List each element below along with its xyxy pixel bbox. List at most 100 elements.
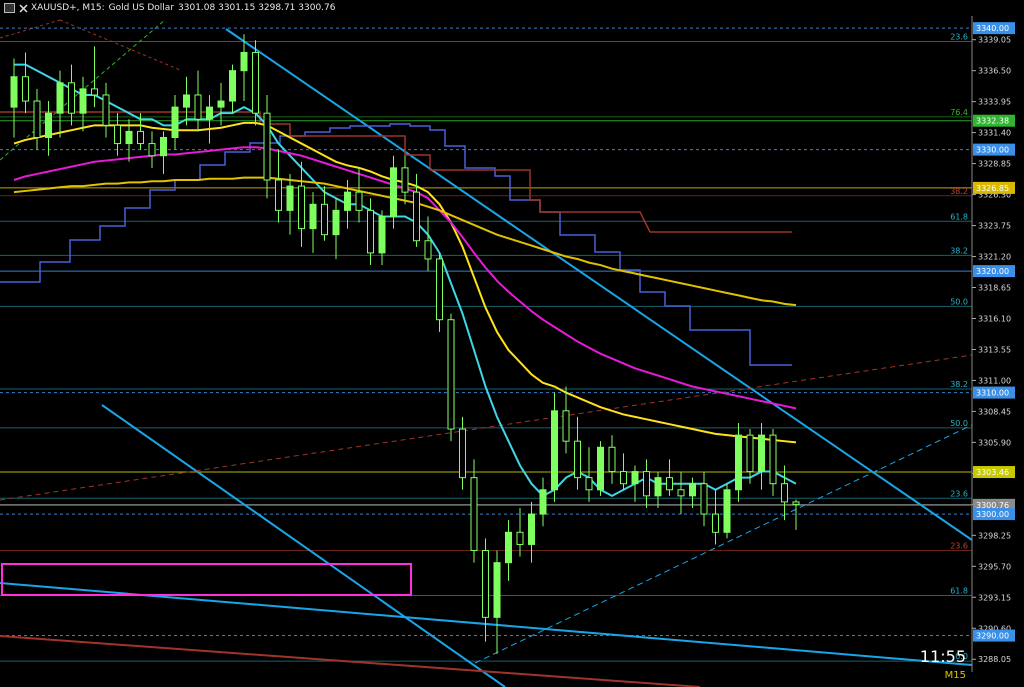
y-tick-label: 3336.50 (978, 67, 1011, 76)
candle-body (137, 130, 144, 145)
candle (758, 422, 765, 490)
candle-body (643, 471, 650, 497)
candle-body (79, 88, 87, 114)
candle-body (367, 209, 374, 254)
y-tick-label: 3305.90 (978, 438, 1011, 447)
candle (781, 465, 788, 521)
candle-body (608, 446, 616, 473)
candle-body (102, 94, 110, 126)
candle-body (378, 215, 386, 254)
candle-body (735, 434, 742, 491)
price-tag-label: 3310.00 (976, 389, 1009, 398)
candle-body (229, 70, 236, 102)
fib-label: 76.4 (950, 108, 968, 117)
candle-body (22, 76, 29, 102)
candle (723, 483, 731, 539)
candle-body (206, 106, 213, 120)
candle-body (574, 440, 581, 479)
candle (355, 167, 363, 223)
candle-body (125, 130, 133, 145)
candle-body (689, 483, 696, 497)
candle (286, 173, 294, 235)
candle (620, 453, 627, 490)
candle (482, 538, 489, 642)
candle-body (344, 191, 351, 211)
candle (91, 46, 98, 108)
candle (378, 210, 386, 266)
candle-body (459, 428, 466, 479)
y-tick-label: 3321.20 (978, 253, 1011, 262)
candle (643, 459, 650, 508)
candle (390, 155, 397, 229)
candle-body (781, 483, 788, 503)
y-tick-label: 3323.75 (978, 222, 1011, 231)
price-tag-label: 3332.38 (976, 117, 1009, 126)
candle (735, 422, 742, 502)
candle-body (286, 185, 294, 211)
candle (194, 70, 202, 132)
candle-body (401, 167, 409, 193)
candle-body (171, 106, 179, 138)
candle (33, 88, 41, 150)
candle-body (470, 477, 478, 552)
candle (493, 550, 501, 654)
candles-layer (10, 34, 800, 654)
y-tick-label: 3295.70 (978, 562, 1011, 571)
candle (229, 64, 236, 114)
candle (171, 94, 179, 150)
candle (700, 471, 708, 527)
candle (689, 477, 696, 508)
candle-body (482, 550, 489, 618)
candle (401, 155, 409, 205)
candle (252, 40, 259, 126)
fib-label: 50.0 (950, 419, 968, 428)
candle-body (539, 489, 547, 515)
candle-body (528, 513, 535, 545)
candle (436, 252, 443, 332)
candle (45, 101, 52, 156)
fib-label: 38.2 (950, 246, 968, 255)
candle (332, 198, 340, 259)
price-tag-label: 3340.00 (976, 24, 1009, 33)
dashed-trendline (474, 424, 973, 664)
candle (792, 499, 800, 530)
y-tick-label: 3311.00 (978, 376, 1011, 385)
bar-timer: 11:55 (919, 647, 966, 666)
fib-label: 23.6 (950, 33, 968, 42)
candle-body (183, 94, 190, 108)
candle-body (91, 88, 98, 96)
y-tick-label: 3333.95 (978, 98, 1011, 107)
candle-body (298, 185, 305, 230)
candle (183, 76, 190, 126)
candle-body (275, 179, 282, 211)
fib-label: 38.2 (950, 187, 968, 196)
candle-body (620, 471, 627, 485)
candle-body (551, 410, 558, 491)
candle-body (332, 209, 340, 236)
candle (275, 149, 282, 223)
y-tick-label: 3288.05 (978, 655, 1011, 664)
price-axis: 3339.05 3336.50 3333.95 3331.40 3328.85 3326.… (971, 0, 1024, 687)
y-tick-label: 3339.05 (978, 36, 1011, 45)
candle (539, 477, 547, 527)
candle-body (390, 167, 397, 217)
candle-body (33, 100, 41, 138)
candle (217, 82, 225, 126)
moving-averages-layer (13, 63, 797, 498)
candle (263, 94, 271, 199)
candle (79, 76, 87, 132)
candle-body (436, 258, 443, 321)
candle-body (677, 489, 685, 497)
candle-body (758, 434, 765, 473)
candle (240, 34, 248, 102)
candle (68, 64, 75, 126)
candle (562, 386, 570, 454)
price-chart[interactable]: 23.6 76.4 38.2 61.8 38.2 50.0 38.2 50.0 23.6 23.6… (0, 0, 1024, 687)
fib-label: 50.0 (950, 297, 968, 306)
candle-body (654, 477, 662, 497)
candle-body (217, 100, 225, 108)
candle (666, 459, 673, 496)
candle-body (505, 531, 512, 564)
candle-body (309, 203, 317, 230)
candle-body (160, 136, 167, 157)
